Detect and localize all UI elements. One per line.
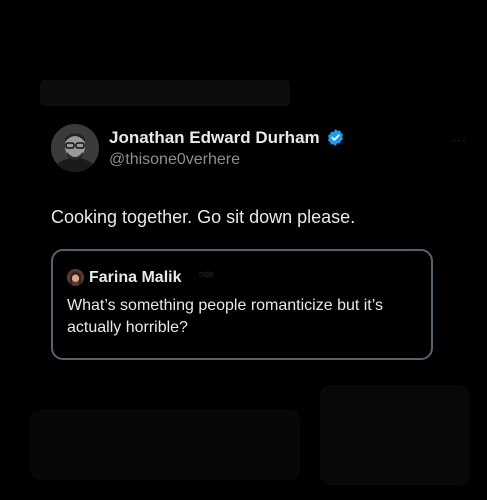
quoted-faint-label: nde xyxy=(199,269,215,279)
quoted-author-avatar xyxy=(67,269,84,286)
tweet-text: Cooking together. Go sit down please. xyxy=(51,207,356,227)
author-name[interactable]: Jonathan Edward Durham xyxy=(109,128,320,148)
quoted-tweet-text: What’s something people romanticize but … xyxy=(67,297,384,336)
more-options-icon[interactable]: ··· xyxy=(452,133,467,147)
quoted-author-name: Farina Malik xyxy=(89,269,182,286)
verified-badge-icon xyxy=(328,129,343,146)
author-handle[interactable]: @thisone0verhere xyxy=(109,151,240,169)
tweet-card: Jonathan Edward Durham @thisone0verhere … xyxy=(0,0,487,500)
quoted-tweet[interactable]: Farina Malik nde What’s something people… xyxy=(51,249,433,360)
author-avatar[interactable] xyxy=(51,124,99,172)
